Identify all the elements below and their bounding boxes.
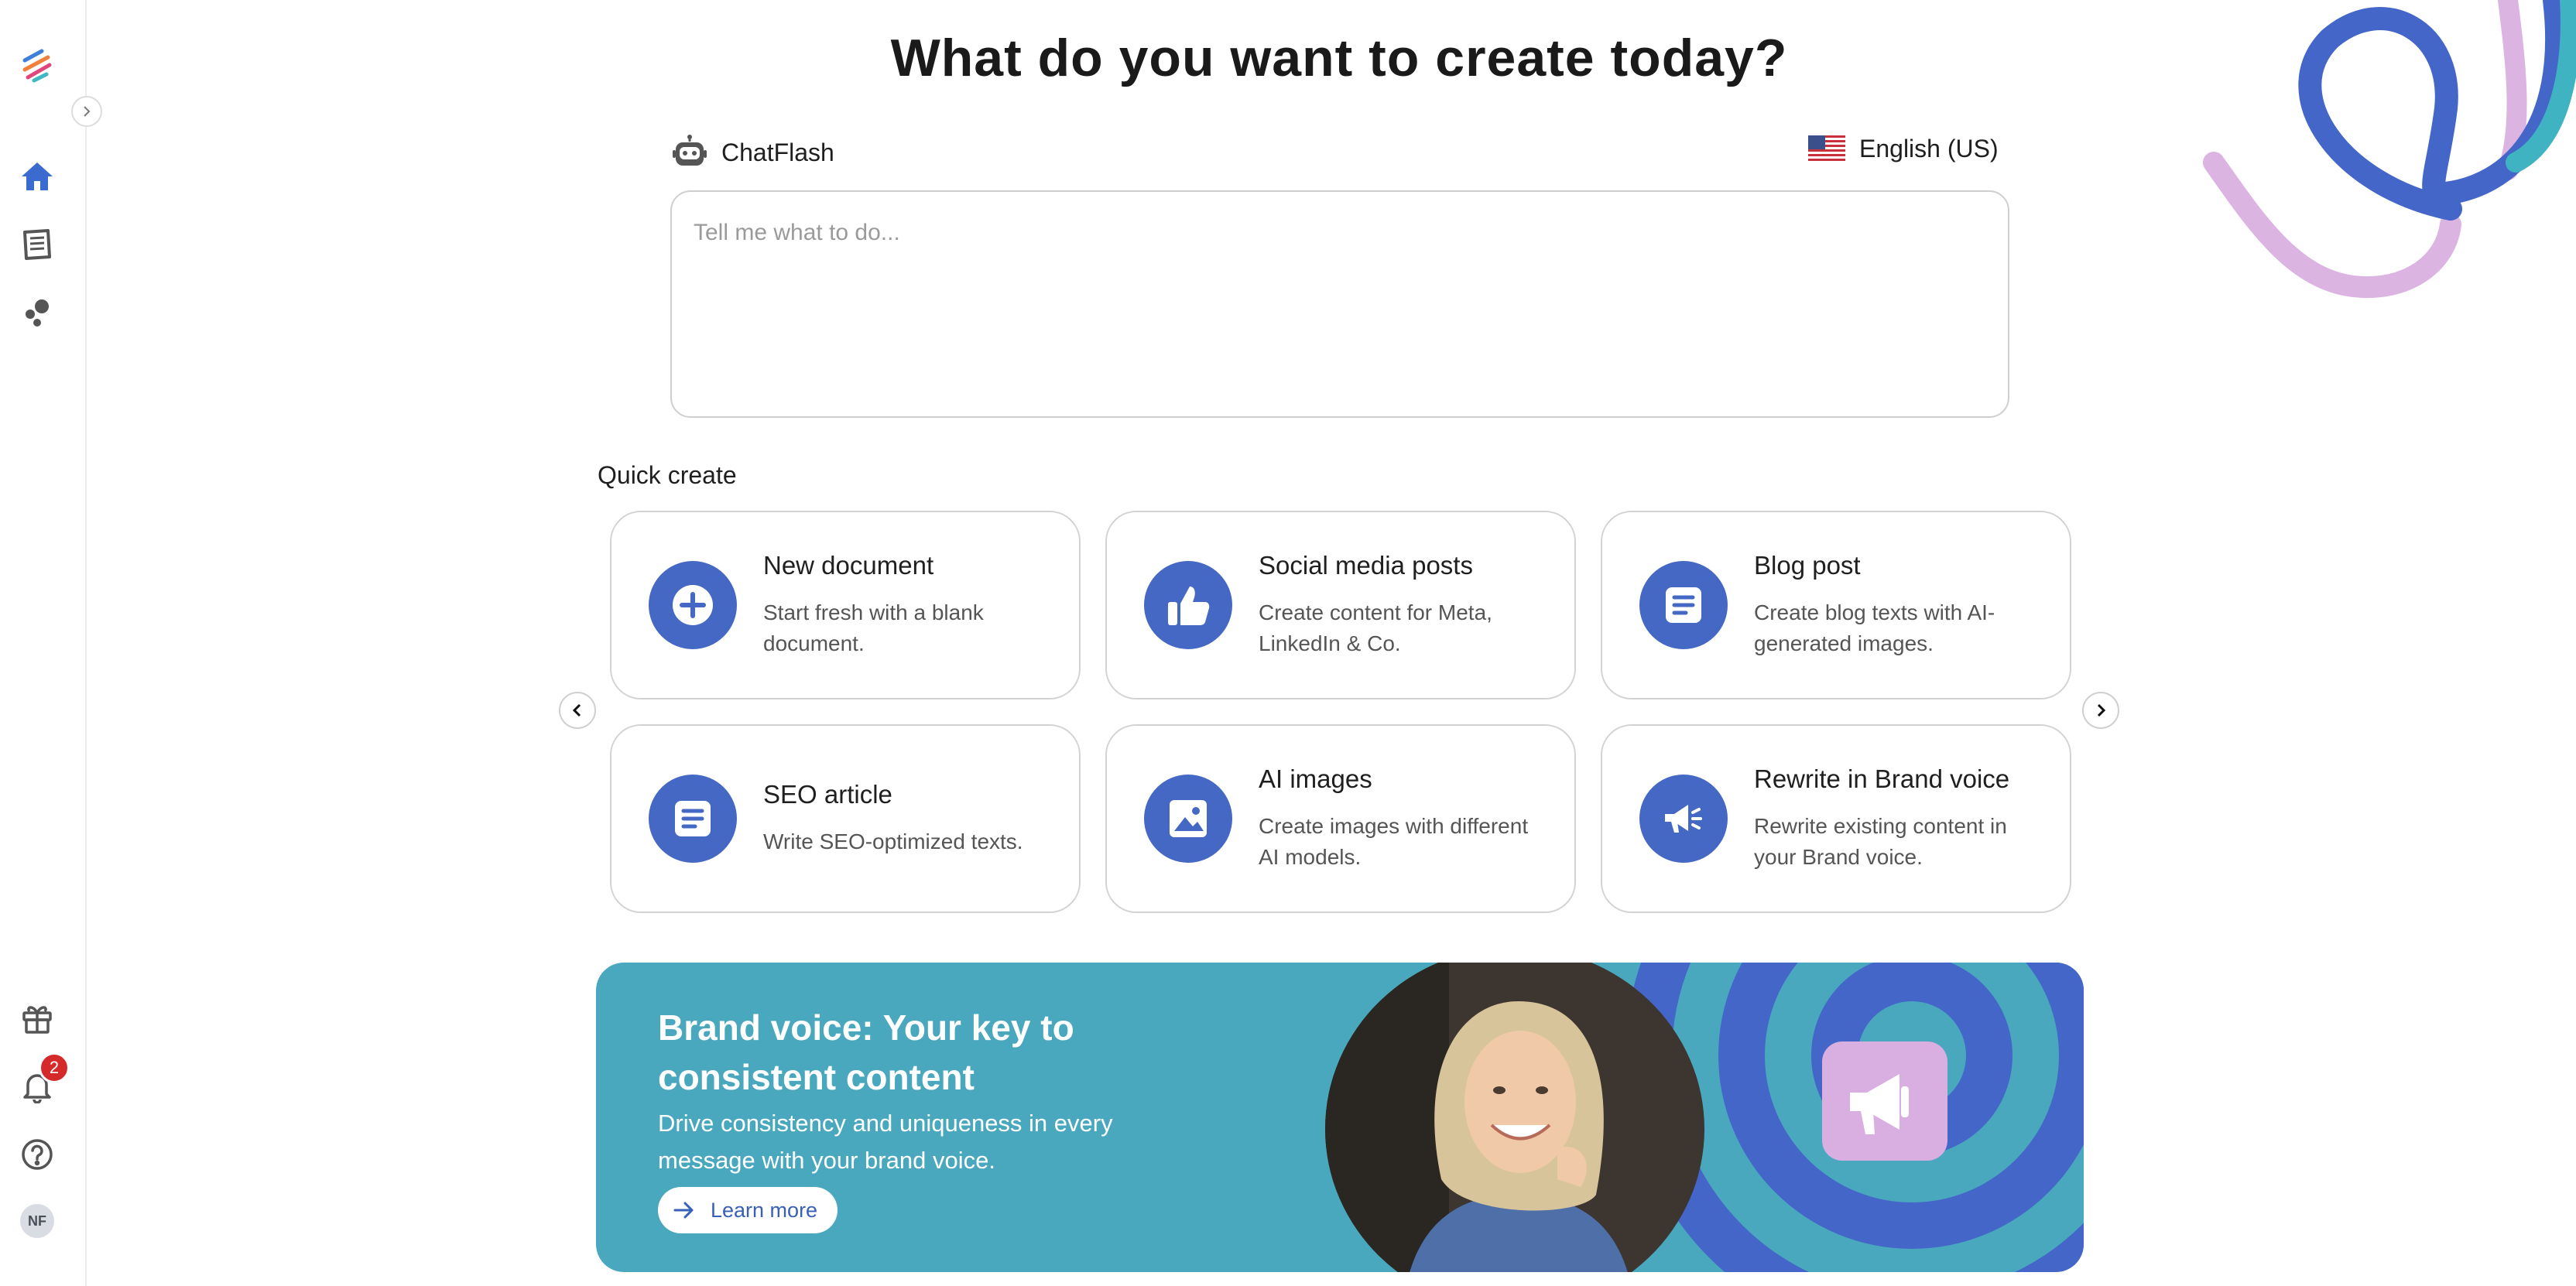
assistant-selector[interactable]: ChatFlash	[672, 135, 834, 170]
notification-badge: 2	[39, 1052, 70, 1083]
quick-create-label: Quick create	[598, 461, 737, 489]
help-icon[interactable]	[15, 1133, 59, 1176]
workflows-icon[interactable]	[15, 291, 59, 334]
chevron-right-icon	[84, 106, 91, 117]
card-title: AI images	[1259, 764, 1372, 793]
document-icon	[649, 775, 737, 863]
image-icon	[1144, 775, 1232, 863]
card-title: New document	[763, 551, 934, 580]
card-title: SEO article	[763, 780, 892, 809]
thumbs-up-icon	[1144, 561, 1232, 649]
banner-description: Drive consistency and uniqueness in ever…	[658, 1110, 1113, 1174]
card-description: Rewrite existing content in your Brand v…	[1754, 814, 2007, 869]
card-social-media-posts[interactable]: Social media posts Create content for Me…	[1105, 511, 1576, 699]
card-description: Create images with different AI models.	[1259, 814, 1529, 869]
card-title: Blog post	[1754, 551, 1861, 580]
learn-more-button[interactable]: Learn more	[658, 1187, 838, 1233]
brand-voice-banner: Brand voice: Your key to consistent cont…	[596, 963, 2084, 1272]
documents-icon[interactable]	[15, 223, 59, 266]
page-title: What do you want to create today?	[890, 29, 1788, 87]
prompt-input[interactable]	[670, 190, 2009, 418]
arrow-right-icon	[673, 1202, 694, 1219]
assistant-name: ChatFlash	[721, 138, 834, 166]
chevron-left-icon	[572, 703, 581, 717]
decorative-swirl	[2203, 0, 2576, 299]
card-description: Create blog texts with AI-generated imag…	[1754, 600, 1995, 655]
home-icon[interactable]	[15, 155, 59, 198]
card-title: Social media posts	[1259, 551, 1473, 580]
language-label: English (US)	[1859, 135, 1999, 162]
app-logo-icon[interactable]	[15, 43, 59, 87]
megaphone-icon	[1822, 1041, 1947, 1161]
carousel-next-button[interactable]	[2082, 692, 2119, 729]
sidebar: 2 NF	[0, 0, 87, 1286]
us-flag-icon	[1808, 135, 1845, 163]
card-ai-images[interactable]: AI images Create images with different A…	[1105, 724, 1576, 913]
chevron-right-icon	[2097, 703, 2106, 717]
card-blog-post[interactable]: Blog post Create blog texts with AI-gene…	[1601, 511, 2071, 699]
card-seo-article[interactable]: SEO article Write SEO-optimized texts.	[610, 724, 1081, 913]
robot-icon	[673, 135, 707, 166]
avatar[interactable]: NF	[20, 1204, 54, 1238]
language-selector[interactable]: English (US)	[1808, 135, 1999, 163]
card-rewrite-brand-voice[interactable]: Rewrite in Brand voice Rewrite existing …	[1601, 724, 2071, 913]
woman-photo	[1325, 963, 1704, 1272]
card-description: Create content for Meta, LinkedIn & Co.	[1259, 600, 1492, 655]
card-description: Write SEO-optimized texts.	[763, 829, 1023, 853]
carousel-prev-button[interactable]	[559, 692, 596, 729]
banner-title: Brand voice: Your key to consistent cont…	[658, 1007, 1074, 1097]
sidebar-expand-button[interactable]	[71, 96, 102, 127]
card-title: Rewrite in Brand voice	[1754, 764, 2010, 793]
megaphone-icon	[1639, 775, 1728, 863]
plus-circle-icon	[649, 561, 737, 649]
learn-more-label: Learn more	[711, 1198, 818, 1222]
card-description: Start fresh with a blank document.	[763, 600, 984, 655]
document-icon	[1639, 561, 1728, 649]
card-new-document[interactable]: New document Start fresh with a blank do…	[610, 511, 1081, 699]
gift-icon[interactable]	[15, 997, 59, 1040]
